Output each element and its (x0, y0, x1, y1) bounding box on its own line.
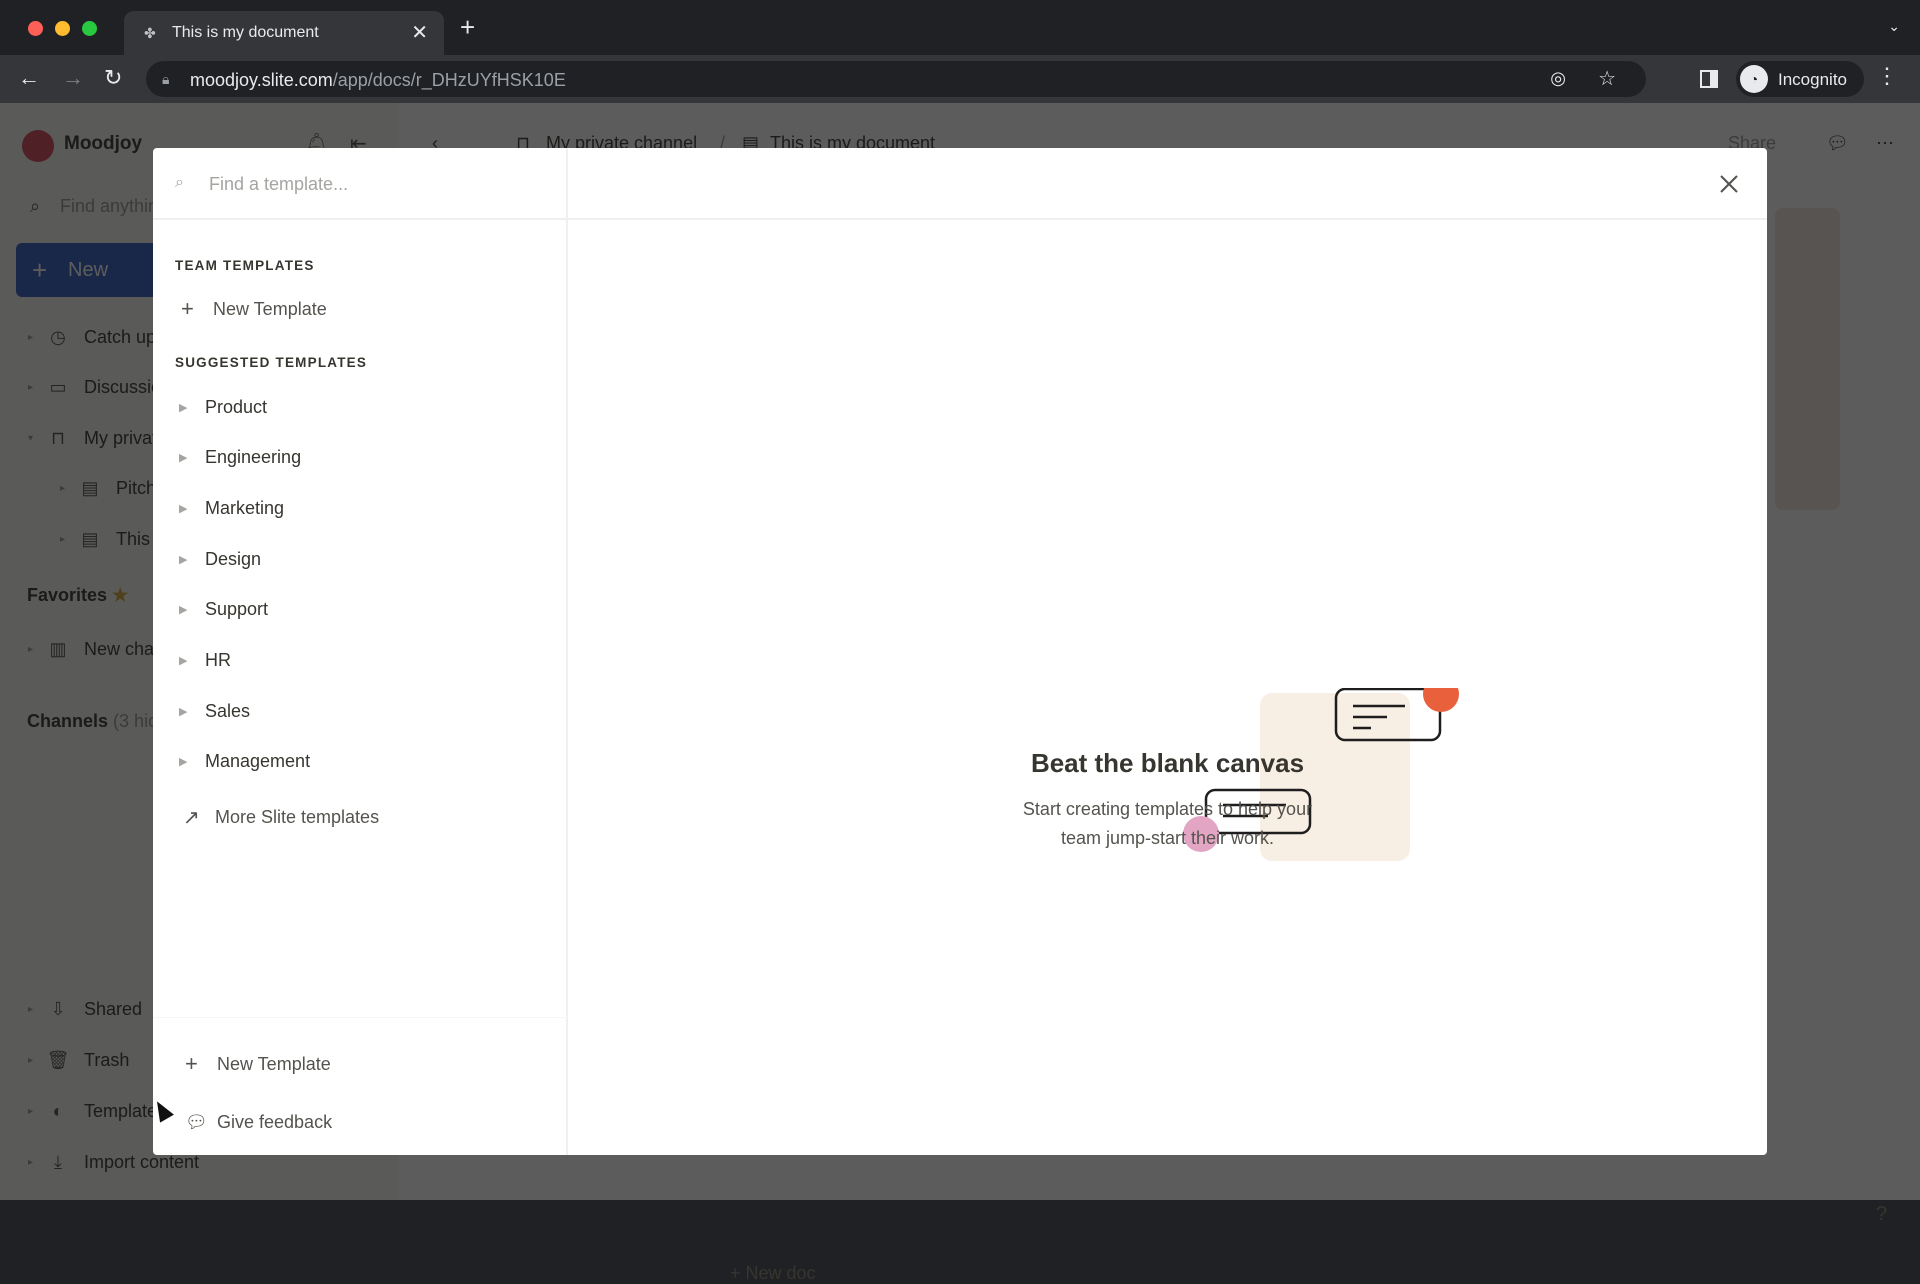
browser-tab[interactable]: ✤ This is my document ✕ (124, 11, 444, 55)
new-team-template-button[interactable]: + New Template (181, 292, 327, 326)
address-bar-row: ← → ↻ 🔒︎ moodjoy.slite.com/app/docs/r_DH… (0, 55, 1920, 103)
team-templates-heading: TEAM TEMPLATES (175, 258, 315, 273)
more-templates-label: More Slite templates (215, 806, 380, 827)
empty-state-line: Start creating templates to help your (1022, 799, 1313, 819)
help-icon[interactable]: ? (1876, 1203, 1887, 1226)
expand-triangle-icon: ▶ (179, 553, 188, 566)
plus-icon: + (185, 1051, 198, 1076)
empty-state-line: team jump-start their work. (1060, 828, 1275, 848)
slite-favicon-icon: ✤ (144, 25, 156, 41)
category-hr[interactable]: ▶ HR (175, 643, 231, 677)
url-text: moodjoy.slite.com/app/docs/r_DHzUYfHSK10… (190, 70, 566, 91)
template-search-input[interactable] (209, 166, 549, 202)
close-icon[interactable] (1713, 168, 1745, 200)
category-product[interactable]: ▶ Product (175, 390, 267, 424)
expand-triangle-icon: ▶ (179, 654, 188, 667)
template-picker-modal: ⌕ TEAM TEMPLATES + New Template SUGGESTE… (153, 148, 1767, 1155)
eye-slash-icon[interactable]: ◎ (1550, 68, 1566, 89)
url-bar[interactable]: 🔒︎ moodjoy.slite.com/app/docs/r_DHzUYfHS… (146, 61, 1646, 97)
suggested-templates-heading: SUGGESTED TEMPLATES (175, 355, 368, 370)
side-panel-icon[interactable] (1700, 70, 1718, 88)
forward-arrow-icon[interactable]: → (62, 67, 84, 89)
url-host: moodjoy.slite.com (190, 70, 333, 90)
reload-icon[interactable]: ↻ (104, 67, 122, 89)
external-link-icon: ↗ (183, 806, 200, 829)
category-label: Marketing (205, 497, 285, 518)
new-doc-label: New doc (745, 1263, 816, 1283)
plus-icon: + (181, 296, 194, 321)
category-label: Management (205, 750, 311, 771)
category-label: Product (205, 396, 268, 417)
new-template-label: New Template (217, 1053, 331, 1074)
empty-state-description: Start creating templates to help your te… (853, 795, 1482, 853)
search-icon: ⌕ (175, 174, 184, 191)
url-path: /app/docs/r_DHzUYfHSK10E (332, 70, 566, 90)
template-list-panel: ⌕ TEAM TEMPLATES + New Template SUGGESTE… (153, 148, 568, 1155)
category-support[interactable]: ▶ Support (175, 592, 268, 626)
browser-tab-bar: ✤ This is my document ✕ + ⌄ (0, 0, 1920, 55)
category-label: HR (205, 649, 231, 670)
new-doc-button[interactable]: + New doc (730, 1263, 816, 1284)
incognito-icon: ◔ (1740, 65, 1768, 93)
template-search-bar: ⌕ (153, 148, 568, 220)
footer-new-template-button[interactable]: + New Template (185, 1047, 331, 1081)
expand-triangle-icon: ▶ (179, 451, 188, 464)
close-window-button[interactable] (28, 21, 43, 36)
expand-triangle-icon: ▶ (179, 502, 188, 515)
new-template-label: New Template (213, 298, 327, 319)
new-tab-button[interactable]: + (460, 14, 475, 40)
expand-triangle-icon: ▶ (179, 401, 188, 414)
orange-dot-shape (1423, 688, 1459, 712)
browser-menu-icon[interactable]: ⋮ (1876, 65, 1898, 87)
minimize-window-button[interactable] (55, 21, 70, 36)
expand-triangle-icon: ▶ (179, 705, 188, 718)
category-label: Sales (205, 700, 251, 721)
lock-icon: 🔒︎ (162, 71, 170, 87)
incognito-profile-button[interactable]: ◔ Incognito (1736, 61, 1864, 97)
category-management[interactable]: ▶ Management (175, 744, 310, 778)
expand-triangle-icon: ▶ (179, 603, 188, 616)
category-marketing[interactable]: ▶ Marketing (175, 491, 284, 525)
back-arrow-icon[interactable]: ← (18, 67, 40, 89)
empty-state-title: Beat the blank canvas (1030, 748, 1305, 778)
category-sales[interactable]: ▶ Sales (175, 694, 250, 728)
expand-triangle-icon: ▶ (179, 755, 188, 768)
close-tab-icon[interactable]: ✕ (411, 20, 428, 45)
give-feedback-button[interactable]: 💬︎ Give feedback (185, 1105, 332, 1139)
feedback-bubble-icon: 💬︎ (185, 1111, 208, 1132)
category-design[interactable]: ▶ Design (175, 542, 261, 576)
category-label: Design (205, 548, 262, 569)
give-feedback-label: Give feedback (217, 1111, 333, 1132)
maximize-window-button[interactable] (82, 21, 97, 36)
more-slite-templates-link[interactable]: ↗ More Slite templates (183, 800, 379, 834)
tab-title: This is my document (172, 24, 319, 41)
profile-label: Incognito (1778, 70, 1847, 89)
bookmark-star-icon[interactable]: ☆ (1598, 66, 1616, 91)
template-preview-panel (568, 148, 1767, 1155)
preview-header (568, 148, 1767, 220)
category-label: Support (205, 598, 269, 619)
category-engineering[interactable]: ▶ Engineering (175, 440, 301, 474)
tab-search-chevron-icon[interactable]: ⌄ (1888, 18, 1900, 35)
template-panel-footer: + New Template 💬︎ Give feedback (153, 1017, 568, 1155)
category-label: Engineering (205, 446, 302, 467)
